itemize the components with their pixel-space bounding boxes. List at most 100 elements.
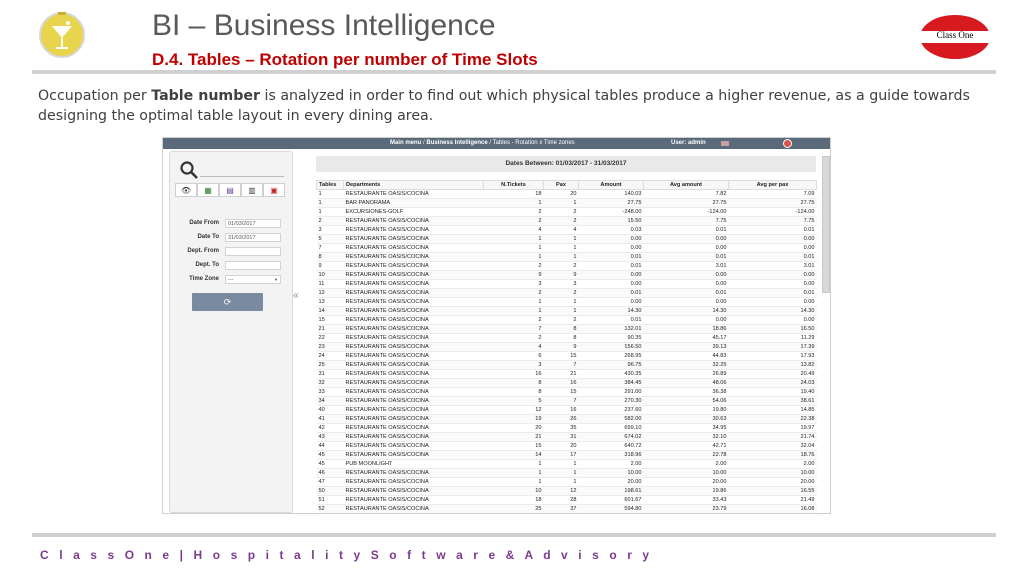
table-cell: -124.00 xyxy=(728,207,817,217)
search-icon[interactable] xyxy=(179,160,199,180)
time-zone-select[interactable]: --- xyxy=(225,275,281,284)
table-cell: 132.01 xyxy=(578,324,644,334)
table-row[interactable]: 21 RESTAURANTE OASIS/COCINA 7 8 132.01 18.86 1… xyxy=(316,324,817,334)
table-row[interactable]: 9 RESTAURANTE OASIS/COCINA 2 2 0.01 3.01 3.01 xyxy=(316,261,817,271)
table-cell: 3 xyxy=(483,279,544,289)
table-cell: 0.00 xyxy=(728,279,817,289)
date-from-input[interactable]: 01/03/2017 xyxy=(225,219,281,228)
table-cell: 18.76 xyxy=(728,450,817,460)
table-row[interactable]: 7 RESTAURANTE OASIS/COCINA 1 1 0.00 0.00 0.00 xyxy=(316,243,817,253)
table-row[interactable]: 12 RESTAURANTE OASIS/COCINA 2 2 0.01 0.01 0.01 xyxy=(316,288,817,298)
table-row[interactable]: 23 RESTAURANTE OASIS/COCINA 4 9 156.50 39.13 1… xyxy=(316,342,817,352)
print-icon[interactable]: ▤ xyxy=(219,183,241,197)
table-cell: 42.71 xyxy=(643,441,729,451)
table-row[interactable]: 24 RESTAURANTE OASIS/COCINA 6 15 268.95 44.83… xyxy=(316,351,817,361)
table-cell: 33 xyxy=(316,387,344,397)
collapse-icon[interactable]: « xyxy=(293,290,299,301)
table-row[interactable]: 47 RESTAURANTE OASIS/COCINA 1 1 20.00 20.00 20… xyxy=(316,477,817,487)
table-row[interactable]: 43 RESTAURANTE OASIS/COCINA 21 31 674.02 32.1… xyxy=(316,432,817,442)
search-input[interactable] xyxy=(200,176,284,177)
table-row[interactable]: 34 RESTAURANTE OASIS/COCINA 5 7 270.30 54.06 3… xyxy=(316,396,817,406)
table-cell: 2 xyxy=(483,333,544,343)
table-cell: 47 xyxy=(316,477,344,487)
table-row[interactable]: 1 BAR PANORAMA 1 1 27.75 27.75 27.75 xyxy=(316,198,817,208)
table-row[interactable]: 1 EXCURSIONES-GOLF 2 2 -248.00 -124.00 -124.00 xyxy=(316,207,817,217)
breadcrumb-bi[interactable]: Business Intelligence xyxy=(426,140,487,146)
table-row[interactable]: 45 PUB MOONLIGHT 1 1 2.00 2.00 2.00 xyxy=(316,459,817,469)
table-cell: RESTAURANTE OASIS/COCINA xyxy=(343,288,484,298)
table-row[interactable]: 52 RESTAURANTE OASIS/COCINA 25 37 594.80 23.7… xyxy=(316,504,817,513)
power-icon[interactable] xyxy=(783,139,792,148)
table-cell: 32 xyxy=(316,378,344,388)
table-cell: 1 xyxy=(483,306,544,316)
table-row[interactable]: 51 RESTAURANTE OASIS/COCINA 18 28 601.67 33.4… xyxy=(316,495,817,505)
table-cell: 14.30 xyxy=(578,306,644,316)
table-cell: 3 xyxy=(483,360,544,370)
table-cell: 0.01 xyxy=(578,288,644,298)
excel-icon[interactable]: ▦ xyxy=(197,183,219,197)
table-row[interactable]: 31 RESTAURANTE OASIS/COCINA 16 21 430.35 26.8… xyxy=(316,369,817,379)
table-cell: 0.01 xyxy=(643,252,729,262)
table-row[interactable]: 3 RESTAURANTE OASIS/COCINA 4 4 0.03 0.01 0.01 xyxy=(316,225,817,235)
table-cell: 0.01 xyxy=(728,225,817,235)
table-row[interactable]: 46 RESTAURANTE OASIS/COCINA 1 1 10.00 10.00 10… xyxy=(316,468,817,478)
table-row[interactable]: 22 RESTAURANTE OASIS/COCINA 2 8 90.35 45.17 11… xyxy=(316,333,817,343)
table-row[interactable]: 25 RESTAURANTE OASIS/COCINA 3 7 96.75 32.25 13… xyxy=(316,360,817,370)
table-cell: 26.89 xyxy=(643,369,729,379)
table-cell: 10 xyxy=(483,486,544,496)
refresh-button[interactable]: ⟳ xyxy=(192,293,263,311)
printer-icon[interactable]: ▥ xyxy=(241,183,263,197)
table-cell: RESTAURANTE OASIS/COCINA xyxy=(343,342,484,352)
col-ntickets[interactable]: N.Tickets xyxy=(483,180,544,190)
table-row[interactable]: 15 RESTAURANTE OASIS/COCINA 2 2 0.01 0.00 0.00 xyxy=(316,315,817,325)
table-cell: 20 xyxy=(543,441,579,451)
table-row[interactable]: 40 RESTAURANTE OASIS/COCINA 12 16 237.60 19.8… xyxy=(316,405,817,415)
table-row[interactable]: 2 RESTAURANTE OASIS/COCINA 2 2 15.50 7.75 7.75 xyxy=(316,216,817,226)
table-cell: 7.75 xyxy=(728,216,817,226)
col-pax[interactable]: Pax xyxy=(543,180,579,190)
table-row[interactable]: 41 RESTAURANTE OASIS/COCINA 19 26 582.00 30.6… xyxy=(316,414,817,424)
filter-panel: 👁 ▦ ▤ ▥ ▣ Date From 01/03/2017 Date To 3… xyxy=(169,151,293,513)
col-departments[interactable]: Departments xyxy=(343,180,484,190)
table-cell: 1 xyxy=(543,243,579,253)
table-cell: 15 xyxy=(316,315,344,325)
table-row[interactable]: 50 RESTAURANTE OASIS/COCINA 10 12 198.61 19.8… xyxy=(316,486,817,496)
pdf-icon[interactable]: ▣ xyxy=(263,183,285,197)
table-row[interactable]: 13 RESTAURANTE OASIS/COCINA 1 1 0.00 0.00 0.00 xyxy=(316,297,817,307)
table-row[interactable]: 42 RESTAURANTE OASIS/COCINA 20 35 699.10 34.9… xyxy=(316,423,817,433)
table-row[interactable]: 5 RESTAURANTE OASIS/COCINA 1 1 0.00 0.00 0.00 xyxy=(316,234,817,244)
table-cell: 15.50 xyxy=(578,216,644,226)
table-cell: 37 xyxy=(543,504,579,513)
table-scrollbar[interactable] xyxy=(822,156,830,293)
table-row[interactable]: 52KFC1114.2014.2014.20 xyxy=(317,514,817,515)
table-row[interactable]: 10 RESTAURANTE OASIS/COCINA 9 9 0.00 0.00 0.00 xyxy=(316,270,817,280)
table-row[interactable]: 33 RESTAURANTE OASIS/COCINA 8 15 291.00 36.38… xyxy=(316,387,817,397)
table-cell: -248.00 xyxy=(578,207,644,217)
col-avg-amount[interactable]: Avg amount xyxy=(643,180,729,190)
date-to-input[interactable]: 31/03/2017 xyxy=(225,233,281,242)
table-cell: 41 xyxy=(316,414,344,424)
dept-from-input[interactable] xyxy=(225,247,281,256)
table-row[interactable]: 14 RESTAURANTE OASIS/COCINA 1 1 14.30 14.30 14… xyxy=(316,306,817,316)
table-cell: 2.00 xyxy=(578,459,644,469)
table-row[interactable]: 8 RESTAURANTE OASIS/COCINA 1 1 0.01 0.01 0.01 xyxy=(316,252,817,262)
col-avg-per-pax[interactable]: Avg per pax xyxy=(728,180,817,190)
table-row[interactable]: 1 RESTAURANTE OASIS/COCINA 18 20 140.03 7.82 7… xyxy=(316,189,817,199)
flag-icon[interactable] xyxy=(721,141,729,146)
table-row[interactable]: 44 RESTAURANTE OASIS/COCINA 15 20 640.72 42.7… xyxy=(316,441,817,451)
table-row[interactable]: 11 RESTAURANTE OASIS/COCINA 3 3 0.00 0.00 0.00 xyxy=(316,279,817,289)
table-row[interactable]: 45 RESTAURANTE OASIS/COCINA 14 17 318.96 22.7… xyxy=(316,450,817,460)
table-row[interactable]: 32 RESTAURANTE OASIS/COCINA 8 16 384.45 48.06… xyxy=(316,378,817,388)
table-cell: 2 xyxy=(483,315,544,325)
eye-icon[interactable]: 👁 xyxy=(175,183,197,197)
table-cell: 20.00 xyxy=(728,477,817,487)
table-cell: 2 xyxy=(543,261,579,271)
dept-to-input[interactable] xyxy=(225,261,281,270)
table-cell: 45 xyxy=(316,459,344,469)
table-cell: 3.01 xyxy=(728,261,817,271)
breadcrumb-main-menu[interactable]: Main menu xyxy=(390,140,421,146)
table-cell: 31 xyxy=(543,432,579,442)
table-cell: 21 xyxy=(483,432,544,442)
col-tables[interactable]: Tables xyxy=(316,180,344,190)
col-amount[interactable]: Amount xyxy=(578,180,644,190)
